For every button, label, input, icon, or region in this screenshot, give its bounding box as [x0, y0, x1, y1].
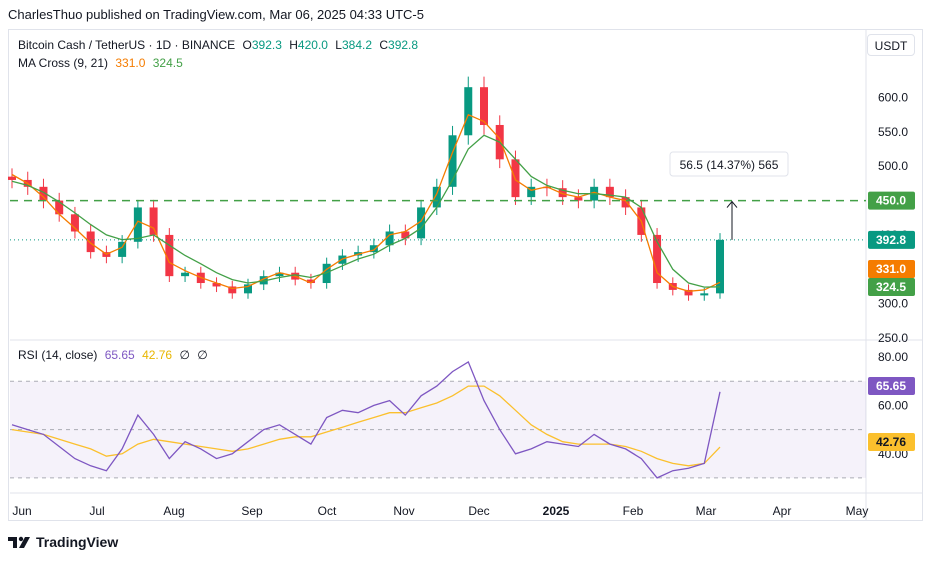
rsi-tick-label: 80.00: [878, 350, 908, 364]
ma-fast-line: [11, 113, 721, 292]
ma-fast-value: 331.0: [115, 56, 146, 70]
price-tick-label: 500.0: [878, 159, 908, 173]
time-tick-label: Dec: [468, 504, 489, 518]
price-tick-label: 250.0: [878, 331, 908, 345]
price-label-text: 392.8: [876, 233, 906, 247]
rsi-value-tag-text: 65.65: [876, 379, 906, 393]
candle-body: [432, 186, 441, 208]
rsi-extra-1: ∅: [179, 348, 190, 362]
candle-body: [118, 241, 127, 257]
rsi-value: 65.65: [104, 348, 135, 362]
price-tick-label: 300.0: [878, 297, 908, 311]
ma-cross-legend[interactable]: MA Cross (9, 21) 331.0 324.5: [18, 56, 187, 70]
time-tick-label: Jul: [89, 504, 104, 518]
price-tick-label: 600.0: [878, 90, 908, 104]
candle-body: [86, 231, 95, 253]
time-tick-label: Apr: [773, 504, 792, 518]
candle-body: [133, 207, 142, 242]
close-label: C: [379, 38, 389, 52]
candle-body: [464, 87, 473, 136]
close-value: 392.8: [388, 38, 419, 52]
candle-body: [149, 207, 158, 235]
tradingview-logo-icon: [8, 536, 30, 548]
measure-label: 56.5 (14.37%) 565: [680, 158, 779, 172]
time-tick-label: Nov: [393, 504, 414, 518]
high-value: 420.0: [297, 38, 328, 52]
time-tick-label: Feb: [623, 504, 644, 518]
time-tick-label: Aug: [163, 504, 184, 518]
ma-cross-label: MA Cross (9, 21): [18, 56, 109, 70]
time-tick-label: 2025: [543, 504, 570, 518]
candle-series: [8, 76, 724, 301]
time-tick-label: Oct: [318, 504, 337, 518]
rsi-value-tag-text: 42.76: [876, 435, 906, 449]
candle-body: [700, 293, 709, 296]
price-label-text: 324.5: [876, 280, 906, 294]
rsi-label: RSI (14, close): [18, 348, 98, 362]
candle-body: [8, 176, 16, 180]
footer-brand: TradingView: [8, 534, 118, 550]
high-label: H: [289, 38, 298, 52]
rsi-legend[interactable]: RSI (14, close) 65.65 42.76 ∅ ∅: [18, 348, 212, 362]
candle-body: [716, 239, 724, 294]
ma-slow-line: [11, 134, 721, 288]
currency-button[interactable]: USDT: [867, 34, 915, 56]
open-value: 392.3: [251, 38, 282, 52]
low-label: L: [335, 38, 342, 52]
price-chart[interactable]: 250.0300.0350.0400.0450.0500.0550.0600.0…: [0, 0, 935, 561]
candle-body: [480, 87, 488, 125]
low-value: 384.2: [341, 38, 373, 52]
price-tick-label: 550.0: [878, 125, 908, 139]
price-label-text: 331.0: [876, 262, 906, 276]
time-tick-label: Mar: [696, 504, 717, 518]
open-label: O: [242, 38, 252, 52]
rsi-tick-label: 60.00: [878, 398, 908, 412]
time-tick-label: May: [846, 504, 869, 518]
symbol-name[interactable]: Bitcoin Cash / TetherUS · 1D · BINANCE: [18, 38, 235, 52]
rsi-extra-2: ∅: [197, 348, 208, 362]
time-tick-label: Jun: [12, 504, 31, 518]
price-label-text: 450.0: [876, 194, 906, 208]
candle-body: [181, 272, 190, 277]
brand-name: TradingView: [36, 534, 119, 550]
time-tick-label: Sep: [241, 504, 263, 518]
rsi-ma-value: 42.76: [142, 348, 173, 362]
ma-slow-value: 324.5: [152, 56, 183, 70]
symbol-legend: Bitcoin Cash / TetherUS · 1D · BINANCE O…: [18, 38, 422, 52]
